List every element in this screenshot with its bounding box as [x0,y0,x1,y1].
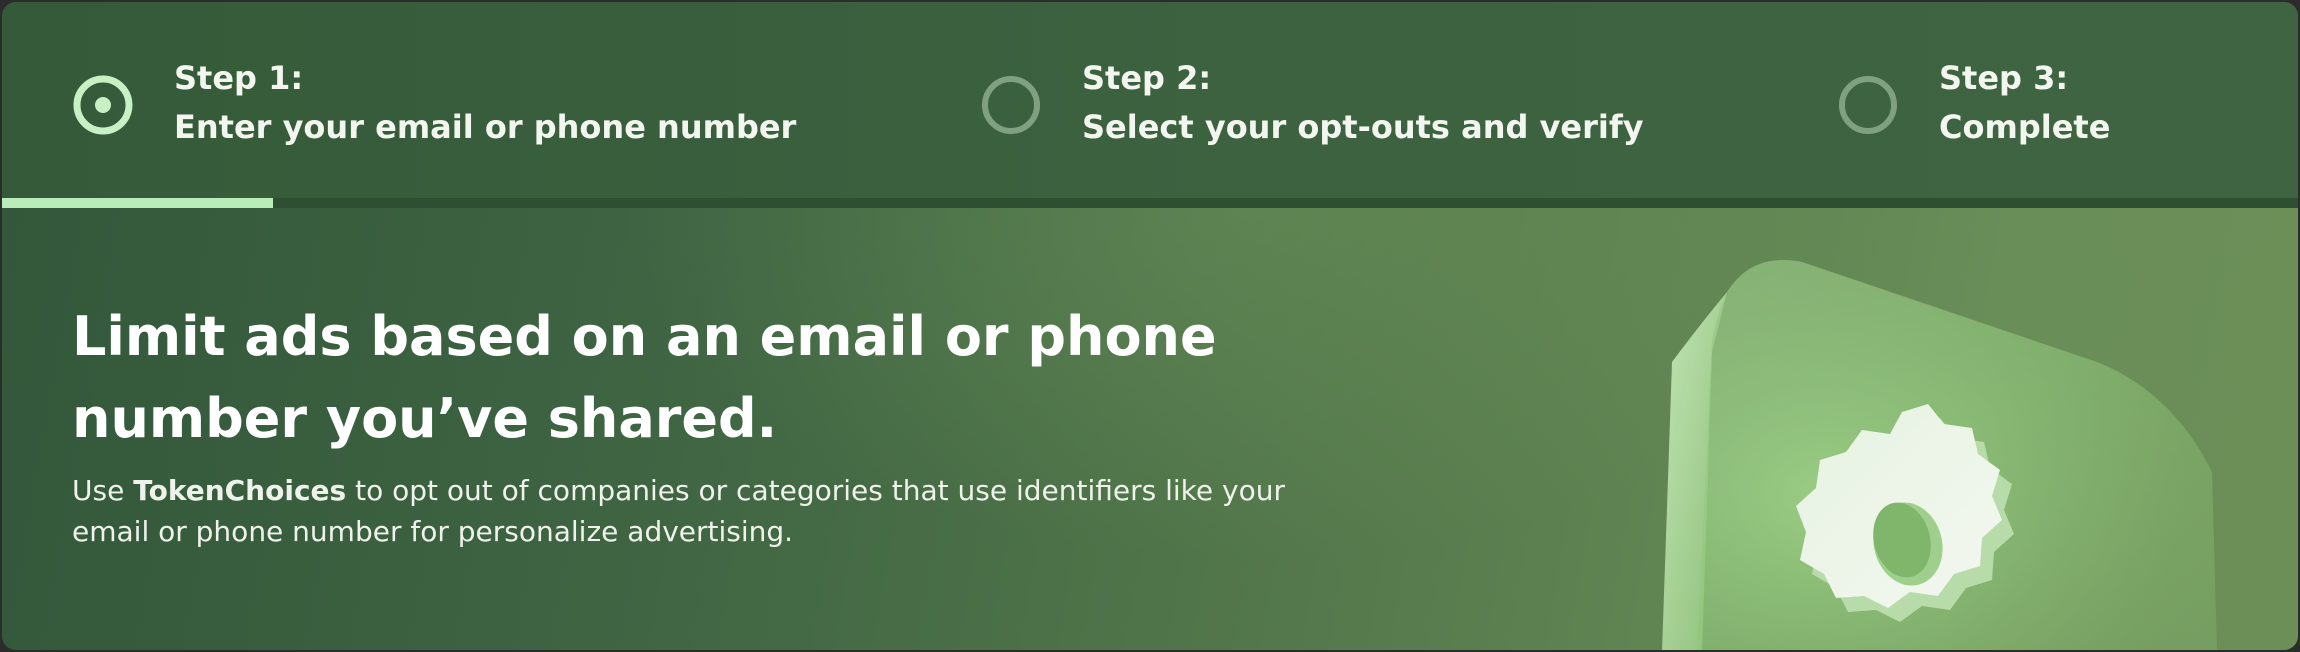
step-3-number: Step 3: [1939,59,2069,97]
step-2: Step 2: Select your opt-outs and verify [980,54,1644,152]
step-upcoming-circle-icon [1839,76,1897,134]
step-upcoming-circle-icon [982,76,1040,134]
brand-name: TokenChoices [133,474,347,507]
step-2-description: Select your opt-outs and verify [1082,108,1644,146]
progress-track [2,198,2298,208]
progress-fill [2,198,273,208]
step-3: Step 3: Complete [1837,54,2110,152]
hero-description: Use TokenChoices to opt out of companies… [72,470,1322,552]
step-current-radio-icon [73,75,133,135]
step-1-description: Enter your email or phone number [174,108,797,146]
step-3-description: Complete [1939,108,2111,146]
hero-section: Limit ads based on an email or phone num… [2,208,2298,650]
stepper: Step 1: Enter your email or phone number… [2,2,2298,208]
hero-title: Limit ads based on an email or phone num… [72,305,1217,450]
step-1-number: Step 1: [174,59,304,97]
opt-out-wizard-panel: Step 1: Enter your email or phone number… [2,2,2298,650]
step-1: Step 1: Enter your email or phone number [72,54,796,152]
hero-description-prefix: Use [72,474,134,507]
gear-icon [1662,260,2217,650]
step-2-number: Step 2: [1082,59,1212,97]
